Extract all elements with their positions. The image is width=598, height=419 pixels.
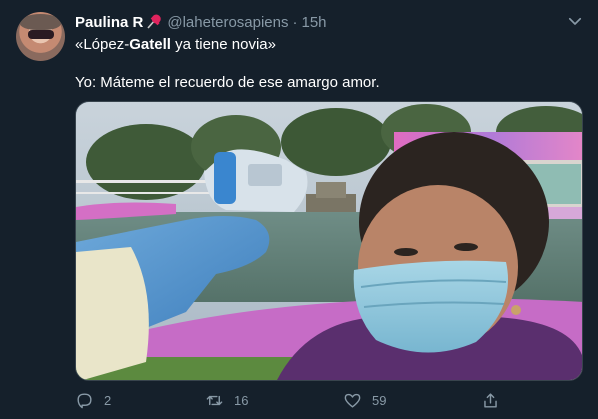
tweet-text-line-2: Yo: Máteme el recuerdo de ese amargo amo…	[75, 74, 380, 91]
pushpin-icon	[145, 13, 163, 31]
retweet-button[interactable]: 16	[205, 388, 248, 412]
retweet-count: 16	[234, 392, 249, 408]
retweet-icon	[206, 395, 223, 405]
reply-count: 2	[104, 392, 112, 408]
tweet-text-prefix: «López-	[75, 36, 130, 53]
share-button[interactable]	[481, 388, 510, 412]
separator-dot: ·	[292, 13, 298, 31]
chevron-down-icon[interactable]	[566, 12, 584, 30]
tweet[interactable]: Paulina R @laheterosapiens · 15h «López-…	[0, 0, 598, 419]
tweet-media-image[interactable]	[75, 101, 583, 381]
tweet-header: Paulina R @laheterosapiens · 15h	[75, 11, 327, 33]
author-handle[interactable]: @laheterosapiens	[167, 14, 288, 31]
tweet-actions: 2 16 59	[75, 388, 583, 412]
like-button[interactable]: 59	[343, 388, 386, 412]
timestamp[interactable]: 15h	[302, 14, 327, 31]
tweet-text-bold: Gatell	[129, 36, 171, 53]
avatar[interactable]	[16, 12, 65, 61]
like-count: 59	[372, 392, 387, 408]
reply-button[interactable]: 2	[75, 388, 111, 412]
author-name[interactable]: Paulina R	[75, 14, 143, 31]
tweet-text-suffix: ya tiene novia»	[170, 36, 276, 53]
heart-icon	[344, 393, 361, 408]
share-icon	[484, 392, 497, 408]
reply-icon	[77, 392, 92, 408]
tweet-text-line-1: «López-Gatell ya tiene novia»	[75, 36, 276, 53]
